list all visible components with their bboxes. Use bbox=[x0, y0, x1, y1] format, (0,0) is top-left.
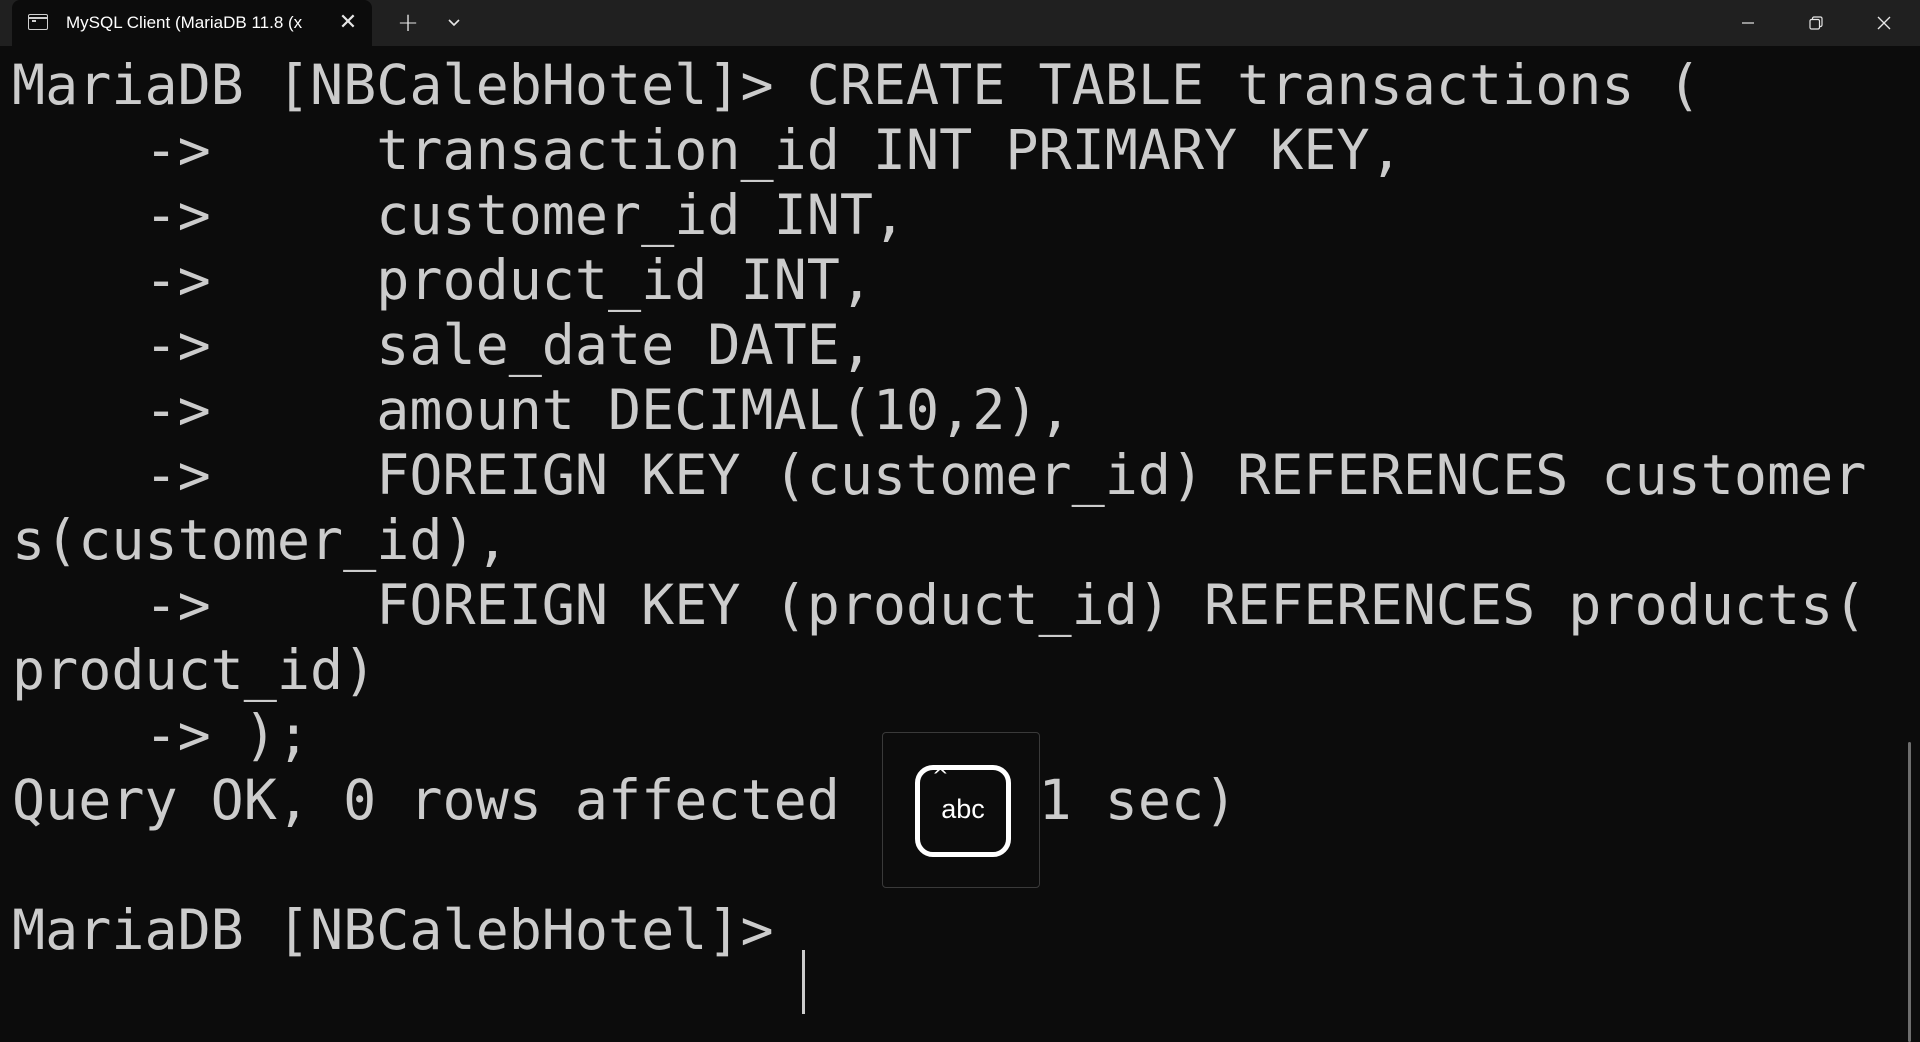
tab-title: MySQL Client (MariaDB 11.8 (x bbox=[66, 13, 303, 32]
terminal-line: product_id) bbox=[12, 638, 377, 702]
close-window-button[interactable] bbox=[1850, 0, 1918, 46]
terminal-line: -> customer_id INT, bbox=[12, 183, 907, 247]
terminal-line: -> ); bbox=[12, 703, 311, 767]
terminal-line: -> sale_date DATE, bbox=[12, 313, 873, 377]
terminal-line: -> amount DECIMAL(10,2), bbox=[12, 378, 1072, 442]
tab-dropdown-button[interactable] bbox=[438, 8, 470, 38]
terminal-line: -> FOREIGN KEY (product_id) REFERENCES p… bbox=[12, 573, 1867, 637]
terminal-line: -> product_id INT, bbox=[12, 248, 873, 312]
ime-input-mode-icon: ^ abc bbox=[915, 764, 1011, 857]
title-bar: MySQL Client (MariaDB 11.8 (x ✕ + bbox=[0, 0, 1920, 46]
ime-label: abc bbox=[941, 794, 985, 824]
terminal-line: Query OK, 0 rows affected (0.011 sec) bbox=[12, 768, 1238, 832]
text-cursor bbox=[802, 950, 805, 1014]
restore-button[interactable] bbox=[1782, 0, 1850, 46]
tab-mysql-client[interactable]: MySQL Client (MariaDB 11.8 (x ✕ bbox=[12, 0, 372, 46]
restore-icon bbox=[1809, 16, 1823, 30]
ime-caret-glyph: ^ bbox=[932, 764, 949, 788]
scrollbar[interactable] bbox=[1908, 742, 1911, 1042]
close-tab-button[interactable]: ✕ bbox=[334, 9, 362, 37]
close-icon bbox=[1877, 16, 1891, 30]
terminal-line: -> transaction_id INT PRIMARY KEY, bbox=[12, 118, 1403, 182]
terminal-line: s(customer_id), bbox=[12, 508, 509, 572]
minimize-button[interactable] bbox=[1714, 0, 1782, 46]
chevron-down-icon bbox=[448, 19, 460, 27]
terminal-line: -> FOREIGN KEY (customer_id) REFERENCES … bbox=[12, 443, 1867, 507]
minimize-icon bbox=[1742, 22, 1754, 24]
terminal-line: MariaDB [NBCalebHotel]> CREATE TABLE tra… bbox=[12, 53, 1701, 117]
new-tab-button[interactable]: + bbox=[392, 8, 424, 38]
prompt-line: MariaDB [NBCalebHotel]> bbox=[12, 898, 807, 962]
ime-indicator: ^ abc bbox=[882, 732, 1040, 888]
terminal-icon bbox=[28, 14, 48, 30]
